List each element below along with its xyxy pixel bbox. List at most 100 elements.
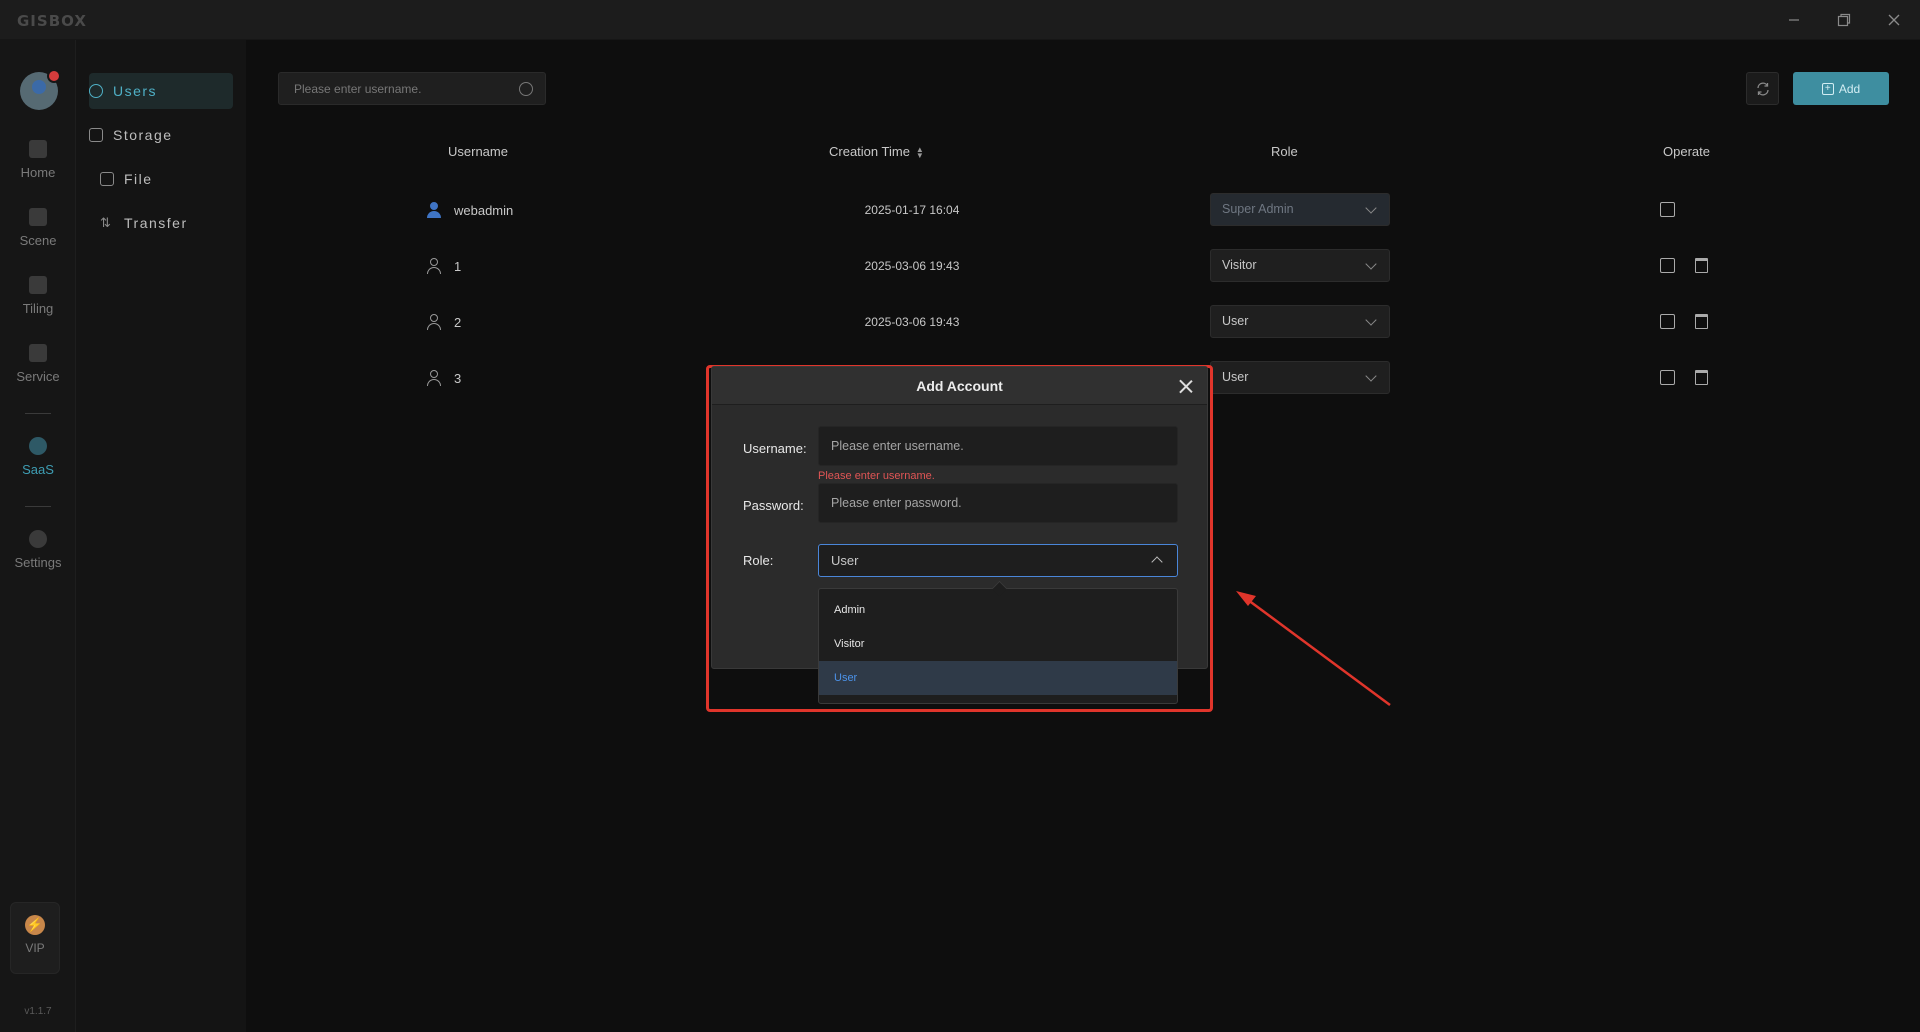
rail-label: Tiling — [22, 301, 54, 316]
edit-icon[interactable] — [1660, 202, 1675, 217]
role-value: Visitor — [1222, 258, 1257, 272]
notification-dot — [47, 69, 61, 83]
subnav-item-file[interactable]: File — [100, 161, 244, 197]
rail-label: Settings — [14, 555, 62, 570]
username-cell: 2 — [426, 294, 461, 350]
username-text: 3 — [454, 370, 462, 386]
role-value: User — [1222, 370, 1249, 384]
storage-icon — [89, 128, 103, 142]
rail-item-scene[interactable]: Scene — [0, 208, 76, 268]
chevron-down-icon — [1365, 370, 1377, 382]
rail-item-settings[interactable]: Settings — [0, 530, 76, 590]
restore-button[interactable] — [1822, 6, 1866, 34]
header-creation-time-label: Creation Time — [829, 144, 910, 159]
password-field — [818, 483, 1178, 523]
header-username: Username — [448, 144, 508, 159]
search-icon[interactable] — [519, 82, 533, 96]
subnav-item-transfer[interactable]: ⇅ Transfer — [100, 205, 244, 241]
subnav-label: Storage — [113, 127, 173, 143]
subnav-item-users[interactable]: Users — [89, 73, 233, 109]
chevron-down-icon — [1365, 314, 1377, 326]
edit-icon[interactable] — [1660, 314, 1675, 329]
user-icon — [426, 314, 442, 330]
vip-button[interactable]: ⚡ VIP — [10, 902, 60, 974]
rail-divider — [25, 506, 51, 507]
username-cell: webadmin — [426, 182, 513, 238]
creation-time-cell: 2025-01-17 16:04 — [864, 203, 960, 217]
chevron-down-icon — [1365, 258, 1377, 270]
username-text: 2 — [454, 314, 462, 330]
file-icon — [100, 172, 114, 186]
sort-icon[interactable]: ▲ ▼ — [916, 145, 924, 159]
role-select[interactable]: User — [1210, 305, 1390, 338]
password-input[interactable] — [819, 484, 1177, 522]
left-rail: Home Scene Tiling Service SaaS Settings … — [0, 40, 76, 1032]
rail-item-home[interactable]: Home — [0, 140, 76, 200]
delete-icon[interactable] — [1695, 258, 1708, 273]
role-option-user[interactable]: User — [819, 661, 1177, 695]
transfer-icon: ⇅ — [100, 215, 111, 230]
header-creation-time[interactable]: Creation Time ▲ ▼ — [829, 144, 924, 159]
title-bar: GISBOX — [0, 0, 1920, 40]
close-icon[interactable] — [1176, 376, 1196, 396]
refresh-icon — [1756, 82, 1769, 95]
table-row: 2 2025-03-06 19:43 User — [246, 294, 1920, 350]
edit-icon[interactable] — [1660, 370, 1675, 385]
username-cell: 3 — [426, 350, 461, 406]
add-button-label: Add — [1838, 81, 1861, 96]
username-error: Please enter username. — [818, 470, 935, 482]
rail-item-tiling[interactable]: Tiling — [0, 276, 76, 336]
role-select[interactable]: User — [818, 544, 1178, 577]
plus-icon: + — [1821, 82, 1834, 95]
restore-icon — [1837, 13, 1851, 27]
chevron-down-icon — [1365, 202, 1377, 214]
rail-label: SaaS — [22, 462, 54, 477]
user-icon — [89, 84, 103, 98]
delete-icon[interactable] — [1695, 314, 1708, 329]
refresh-button[interactable] — [1746, 72, 1779, 105]
subnav-item-storage[interactable]: Storage — [89, 117, 233, 153]
version-label: v1.1.7 — [24, 1006, 52, 1017]
tiling-icon — [29, 276, 47, 294]
minimize-icon — [1789, 19, 1799, 21]
user-icon — [426, 370, 442, 386]
username-input[interactable] — [819, 427, 1177, 465]
role-select[interactable]: Visitor — [1210, 249, 1390, 282]
delete-icon[interactable] — [1695, 370, 1708, 385]
role-option-admin[interactable]: Admin — [819, 593, 1177, 627]
avatar[interactable] — [20, 69, 61, 110]
add-button[interactable]: + Add — [1793, 72, 1889, 105]
rail-item-saas[interactable]: SaaS — [0, 437, 76, 497]
dialog-title: Add Account — [712, 367, 1207, 405]
rail-item-service[interactable]: Service — [0, 344, 76, 404]
username-text: 1 — [454, 258, 462, 274]
table-row: 1 2025-03-06 19:43 Visitor — [246, 238, 1920, 294]
role-option-visitor[interactable]: Visitor — [819, 627, 1177, 661]
rail-label: Home — [20, 165, 56, 180]
search-box — [278, 72, 546, 105]
home-icon — [29, 140, 47, 158]
minimize-button[interactable] — [1772, 6, 1816, 34]
gear-icon — [29, 530, 47, 548]
rail-label: Scene — [19, 233, 57, 248]
password-label: Password: — [743, 498, 804, 513]
rail-divider — [25, 413, 51, 414]
user-face-icon — [32, 80, 46, 94]
lightning-icon: ⚡ — [25, 915, 45, 935]
edit-icon[interactable] — [1660, 258, 1675, 273]
header-operate: Operate — [1663, 144, 1710, 159]
search-input[interactable] — [279, 73, 509, 104]
table-row: webadmin 2025-01-17 16:04 Super Admin — [246, 182, 1920, 238]
close-icon — [1888, 14, 1900, 26]
lock-icon — [29, 437, 47, 455]
sub-navigation: Users Storage File ⇅ Transfer — [76, 40, 246, 1032]
role-label: Role: — [743, 553, 774, 568]
close-window-button[interactable] — [1872, 6, 1916, 34]
role-select-value: User — [831, 553, 859, 568]
creation-time-cell: 2025-03-06 19:43 — [864, 315, 960, 329]
role-value: User — [1222, 314, 1249, 328]
role-select: Super Admin — [1210, 193, 1390, 226]
subnav-label: File — [124, 171, 153, 187]
role-select[interactable]: User — [1210, 361, 1390, 394]
username-text: webadmin — [454, 202, 514, 218]
